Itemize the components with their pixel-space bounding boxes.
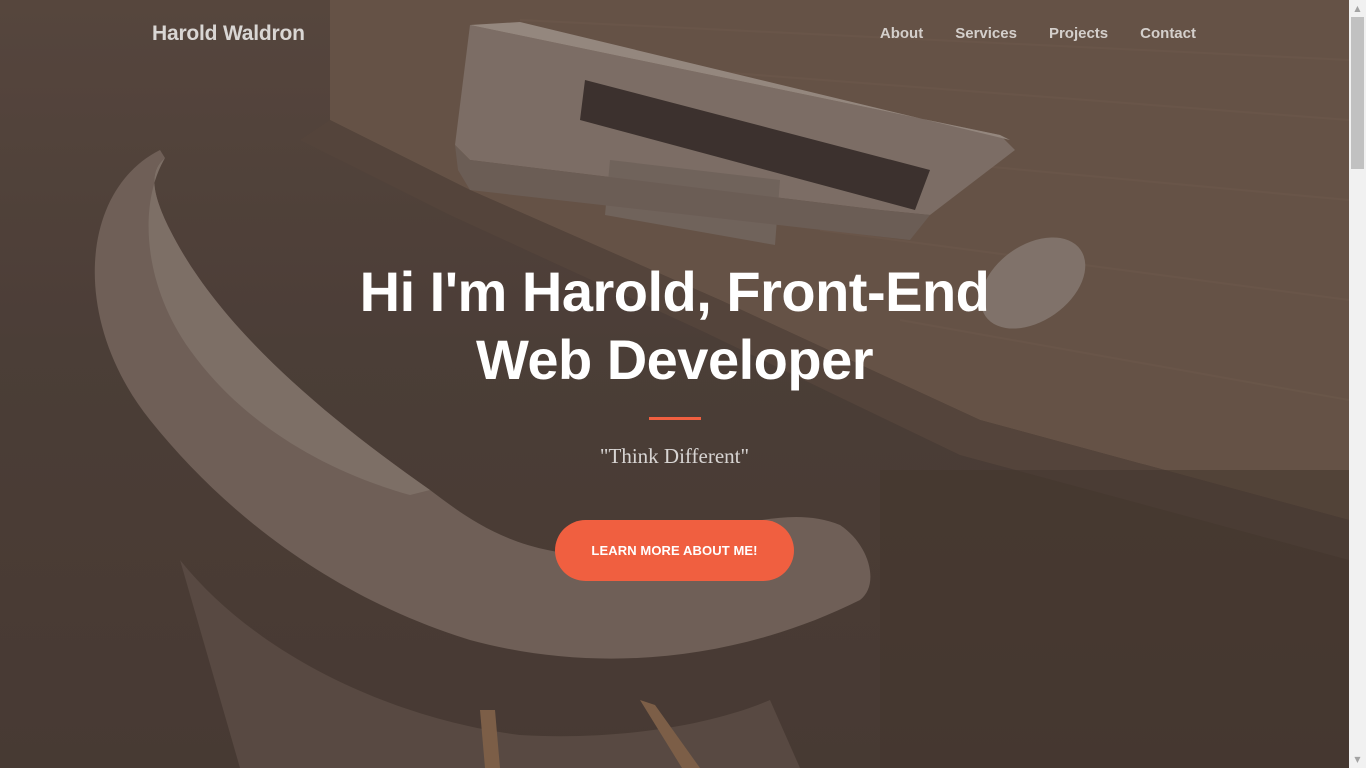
nav-link-about[interactable]: About	[880, 25, 923, 42]
hero-divider	[649, 417, 701, 420]
hero-title-line-1: Hi I'm Harold, Front-End	[359, 260, 990, 323]
chevron-down-icon[interactable]: ▼	[1349, 751, 1366, 768]
page-viewport: Harold Waldron About Services Projects C…	[0, 0, 1349, 768]
vertical-scrollbar[interactable]: ▲ ▼	[1349, 0, 1366, 768]
hero-title-line-2: Web Developer	[475, 328, 874, 391]
nav-item-about: About	[880, 25, 923, 43]
nav-item-services: Services	[955, 25, 1017, 43]
navbar: Harold Waldron About Services Projects C…	[0, 0, 1349, 70]
hero-tagline: "Think Different"	[599, 444, 750, 468]
nav-item-projects: Projects	[1049, 25, 1108, 43]
nav-link-projects[interactable]: Projects	[1049, 25, 1108, 42]
brand-link[interactable]: Harold Waldron	[152, 22, 305, 46]
nav-item-contact: Contact	[1140, 25, 1196, 43]
learn-more-button[interactable]: LEARN MORE ABOUT ME!	[555, 520, 794, 581]
nav-link-services[interactable]: Services	[955, 25, 1017, 42]
nav-link-contact[interactable]: Contact	[1140, 25, 1196, 42]
nav-links: About Services Projects Contact	[880, 25, 1196, 43]
hero-title: Hi I'm Harold, Front-End Web Developer	[0, 258, 1349, 394]
chevron-up-icon[interactable]: ▲	[1349, 0, 1366, 17]
scrollbar-thumb[interactable]	[1351, 17, 1364, 169]
